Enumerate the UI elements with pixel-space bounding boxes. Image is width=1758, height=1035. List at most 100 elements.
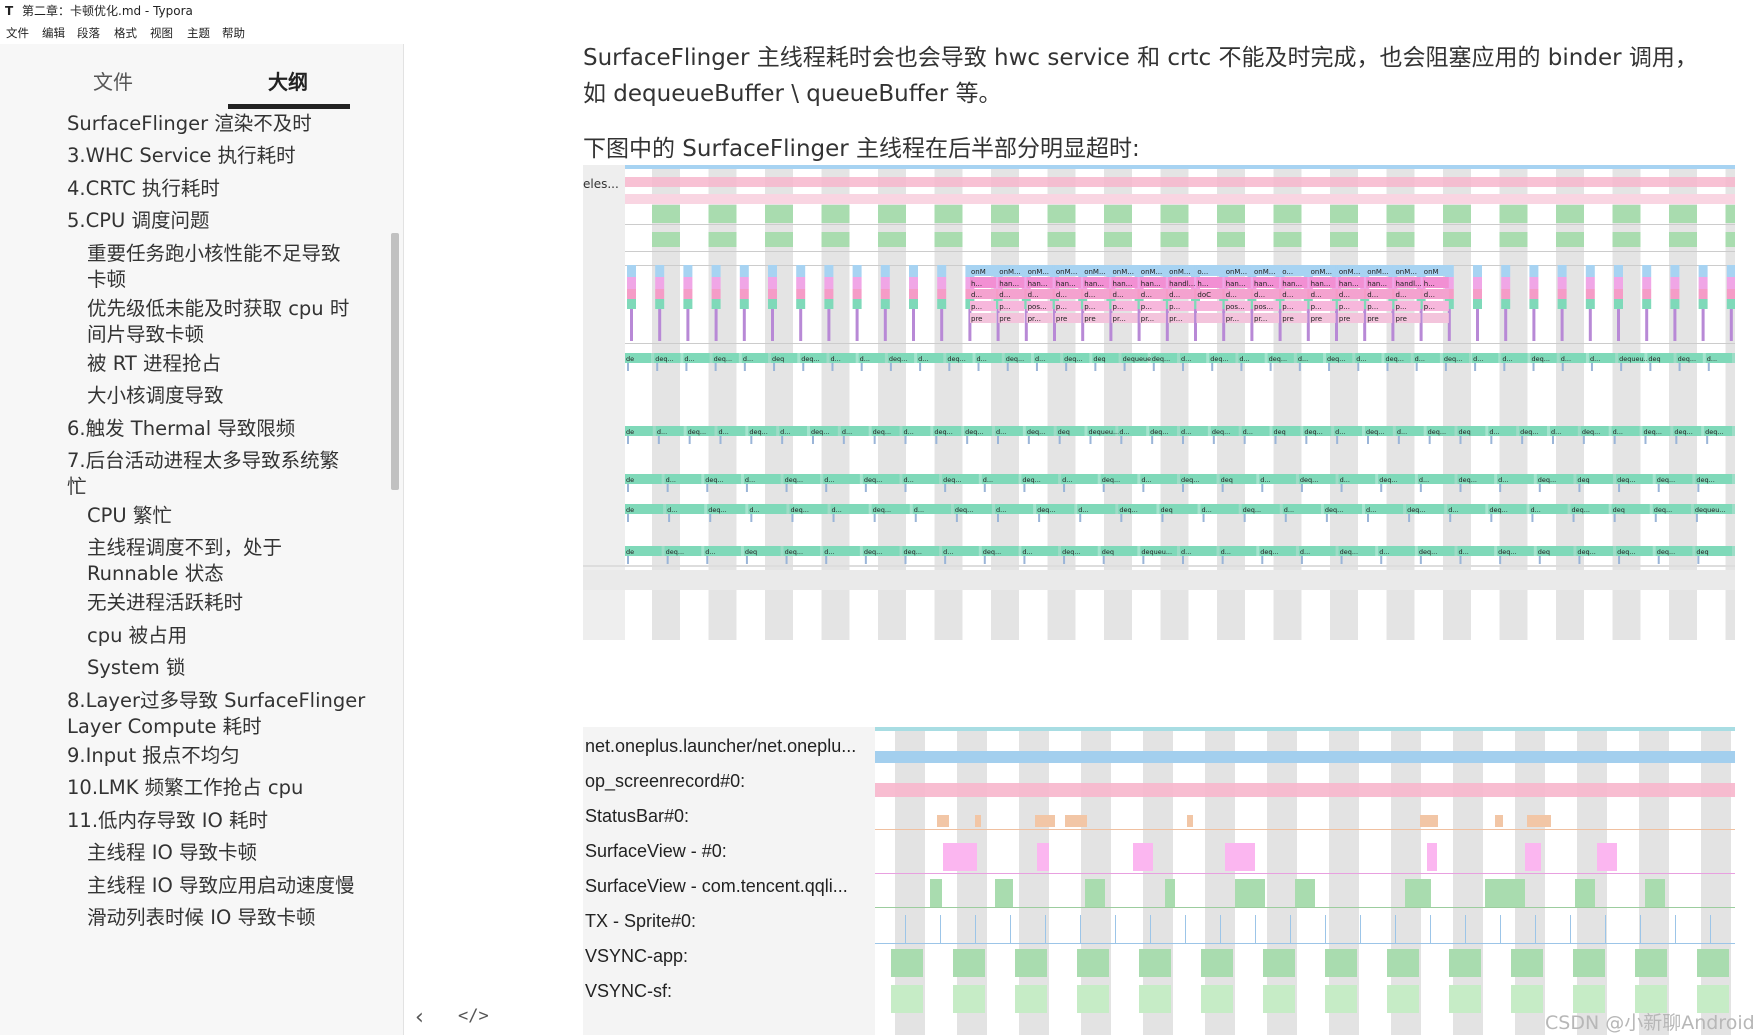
slice-label: d...: [914, 506, 924, 514]
slice-label: d...: [971, 291, 982, 299]
track-label: net.oneplus.launcher/net.oneplu...: [585, 736, 857, 756]
menu-edit[interactable]: 编辑: [42, 22, 65, 44]
trace-gridline: [625, 224, 1735, 225]
trace-slice: [1642, 289, 1652, 299]
trace-slice: [750, 514, 753, 522]
menu-help[interactable]: 帮助: [222, 22, 245, 44]
trace-slice: [934, 232, 963, 247]
slice-label: deq...: [1366, 428, 1384, 436]
slice-label: handl...: [1169, 280, 1195, 288]
outline-item[interactable]: 3.WHC Service 执行耗时: [67, 143, 296, 169]
trace-slice: [765, 205, 793, 223]
outline-item[interactable]: 被 RT 进程抢占: [87, 351, 221, 377]
trace-slice: [1006, 363, 1009, 371]
outline-item[interactable]: 7.后台活动进程太多导致系统繁 忙: [67, 448, 339, 500]
outline-item[interactable]: 重要任务跑小核性能不足导致 卡顿: [87, 241, 341, 293]
trace-slice: [1340, 556, 1343, 564]
slice-label: han...: [999, 280, 1019, 288]
outline-item[interactable]: CPU 繁忙: [87, 503, 172, 529]
outline-item[interactable]: 主线程调度不到，处于 Runnable 状态: [87, 535, 282, 587]
slice-label: han...: [1311, 280, 1331, 288]
systrace-image-layers: net.oneplus.launcher/net.oneplu... op_sc…: [583, 727, 1735, 1035]
track-label: SurfaceView - com.tencent.qqli...: [585, 876, 848, 896]
trace-slice: [1459, 484, 1462, 492]
trace-slice: [1695, 514, 1698, 522]
trace-slice: [1485, 879, 1525, 907]
slice-label: dequeu...: [1089, 428, 1120, 436]
trace-slice: [1415, 363, 1418, 371]
slice-label: d...: [1022, 548, 1032, 556]
trace-slice: [1079, 514, 1082, 522]
slice-label: deq...: [1572, 506, 1590, 514]
slice-label: deq: [1459, 428, 1471, 436]
trace-slice: [1590, 363, 1593, 371]
slice-label: deq...: [947, 355, 965, 363]
code-icon[interactable]: </>: [458, 1006, 489, 1026]
trace-slice: [768, 299, 777, 309]
outline-item[interactable]: 主线程 IO 导致卡顿: [87, 840, 257, 866]
menu-view[interactable]: 视图: [150, 22, 173, 44]
outline-item[interactable]: 滑动列表时候 IO 导致卡顿: [87, 905, 316, 931]
tab-outline[interactable]: 大纲: [268, 66, 308, 95]
typora-app-icon: T: [5, 4, 14, 18]
outline-item[interactable]: SurfaceFlinger 渲染不及时: [67, 111, 312, 137]
outline-item[interactable]: 5.CPU 调度问题: [67, 208, 209, 234]
sidebar-scrollbar[interactable]: [391, 233, 399, 490]
menu-format[interactable]: 格式: [114, 22, 137, 44]
slice-label: han...: [1367, 280, 1387, 288]
outline-item[interactable]: cpu 被占用: [87, 623, 187, 649]
menu-paragraph[interactable]: 段落: [77, 22, 100, 44]
trace-slice: [666, 556, 669, 564]
trace-slice: [1325, 985, 1357, 1013]
trace-slice: [1120, 514, 1123, 522]
trace-slice: [1187, 815, 1193, 827]
slice-label: deq...: [785, 548, 803, 556]
slice-label: deq...: [1419, 548, 1437, 556]
outline-item[interactable]: 优先级低未能及时获取 cpu 时 间片导致卡顿: [87, 296, 349, 348]
trace-slice: [966, 436, 969, 444]
outline-item[interactable]: 11.低内存导致 IO 耗时: [67, 808, 268, 834]
trace-slice: [1678, 363, 1681, 371]
trace-slice: [1473, 277, 1482, 289]
outline-item[interactable]: 10.LMK 频繁工作抢占 cpu: [67, 775, 303, 801]
trace-slice: [652, 205, 680, 223]
outline-item[interactable]: 8.Layer过多导致 SurfaceFlinger Layer Compute…: [67, 688, 365, 740]
trace-slice: [1561, 363, 1564, 371]
menu-file[interactable]: 文件: [6, 22, 29, 44]
trace-slice: [711, 265, 721, 277]
trace-slice: [1588, 309, 1592, 341]
trace-slice: [983, 484, 986, 492]
menu-theme[interactable]: 主题: [187, 22, 210, 44]
trace-slice: [1120, 436, 1123, 444]
outline-item[interactable]: 6.触发 Thermal 导致限频: [67, 416, 295, 442]
trace-slice: [683, 289, 693, 299]
outline-item[interactable]: 4.CRTC 执行耗时: [67, 176, 220, 202]
slice-label: p...: [999, 303, 1010, 311]
outline-item[interactable]: 主线程 IO 导致应用启动速度慢: [87, 873, 355, 899]
trace-slice: [1620, 363, 1623, 371]
trace-slice: [880, 277, 890, 289]
slice-label: deq...: [801, 355, 819, 363]
outline-item[interactable]: 无关进程活跃耗时: [87, 590, 243, 616]
slice-label: d...: [1028, 291, 1039, 299]
slice-label: onM...: [1056, 268, 1077, 276]
trace-slice: [991, 205, 1019, 223]
tab-files[interactable]: 文件: [93, 66, 133, 95]
slice-label: p...: [1056, 303, 1067, 311]
slice-label: pre: [1311, 315, 1322, 323]
trace-slice: [1573, 949, 1605, 977]
slice-label: d...: [824, 548, 834, 556]
trace-slice: [708, 205, 737, 223]
slice-label: deq...: [1520, 428, 1538, 436]
track-label: op_screenrecord#0:: [585, 771, 746, 791]
outline-item[interactable]: System 锁: [87, 655, 185, 681]
trace-slice: [1613, 436, 1616, 444]
outline-item[interactable]: 9.Input 报点不均匀: [67, 743, 240, 769]
slice-label: deq...: [1064, 355, 1082, 363]
slice-label: onM...: [1311, 268, 1332, 276]
chevron-left-icon[interactable]: ‹: [415, 1005, 424, 1030]
slice-label: d...: [684, 355, 694, 363]
slice-label: de: [626, 548, 634, 556]
slice-label: h...: [1197, 280, 1208, 288]
outline-item[interactable]: 大小核调度导致: [87, 383, 224, 409]
